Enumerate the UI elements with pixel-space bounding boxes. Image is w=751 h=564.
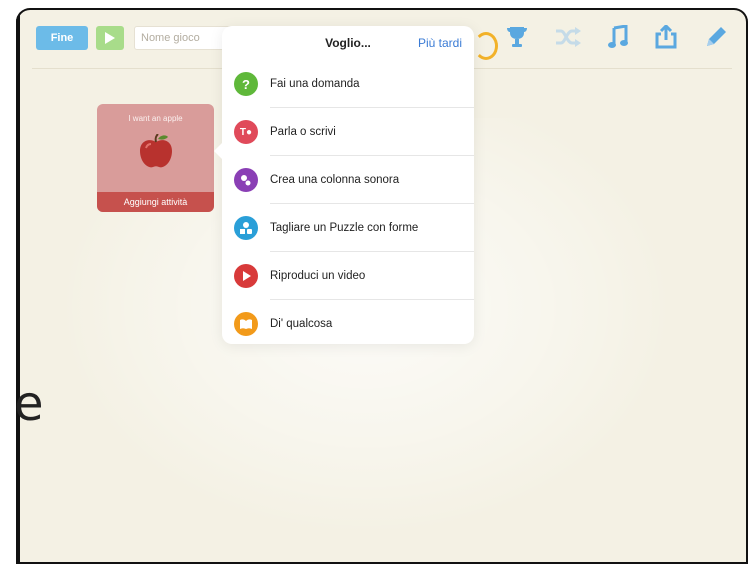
menu-item-puzzle[interactable]: Tagliare un Puzzle con forme — [222, 204, 474, 252]
text-mic-icon: T● — [234, 120, 258, 144]
shapes-icon — [234, 216, 258, 240]
book-icon — [234, 312, 258, 336]
menu-item-label: Crea una colonna sonora — [270, 174, 400, 186]
apple-image — [140, 134, 172, 168]
music-note-icon — [608, 25, 628, 48]
done-button[interactable]: Fine — [36, 26, 88, 50]
play-video-icon — [234, 264, 258, 288]
menu-item-label: Tagliare un Puzzle con forme — [270, 222, 419, 234]
music-button[interactable] — [603, 22, 633, 52]
menu-item-label: Parla o scrivi — [270, 126, 336, 138]
activity-menu: ? Fai una domanda T● Parla o scrivi Crea… — [222, 60, 474, 348]
menu-item-soundtrack[interactable]: Crea una colonna sonora — [222, 156, 474, 204]
play-icon — [105, 32, 115, 44]
menu-item-play-video[interactable]: Riproduci un video — [222, 252, 474, 300]
shapes-glyph — [240, 222, 252, 234]
book-glyph — [240, 319, 252, 329]
add-activity-button[interactable]: Aggiungi attività — [97, 192, 214, 212]
menu-item-ask-question[interactable]: ? Fai una domanda — [222, 60, 474, 108]
card-title: I want an apple — [128, 114, 183, 123]
shuffle-button[interactable] — [553, 22, 583, 52]
play-glyph — [243, 271, 251, 281]
trophy-icon — [507, 27, 527, 47]
popover-header: Voglio... Più tardi — [222, 26, 474, 60]
menu-item-label: Di' qualcosa — [270, 318, 333, 330]
question-icon: ? — [234, 72, 258, 96]
record-icon[interactable] — [474, 32, 498, 60]
scene-card[interactable]: I want an apple Aggiungi attività — [97, 104, 214, 212]
trophy-button[interactable] — [502, 22, 532, 52]
share-icon — [655, 25, 677, 49]
activity-popover: Voglio... Più tardi ? Fai una domanda T●… — [214, 26, 474, 344]
edit-button[interactable] — [701, 22, 731, 52]
play-button[interactable] — [96, 26, 124, 50]
edge-text: e — [16, 376, 44, 432]
music-notes-icon — [234, 168, 258, 192]
menu-item-speak-write[interactable]: T● Parla o scrivi — [222, 108, 474, 156]
share-button[interactable] — [651, 22, 681, 52]
notes-glyph — [241, 175, 251, 186]
pencil-icon — [707, 27, 726, 46]
menu-item-label: Riproduci un video — [270, 270, 366, 282]
later-button[interactable]: Più tardi — [418, 36, 462, 50]
shuffle-icon — [556, 27, 581, 47]
game-name-input[interactable]: Nome gioco — [134, 26, 234, 50]
menu-item-say-something[interactable]: Di' qualcosa — [222, 300, 474, 348]
menu-item-label: Fai una domanda — [270, 78, 360, 90]
